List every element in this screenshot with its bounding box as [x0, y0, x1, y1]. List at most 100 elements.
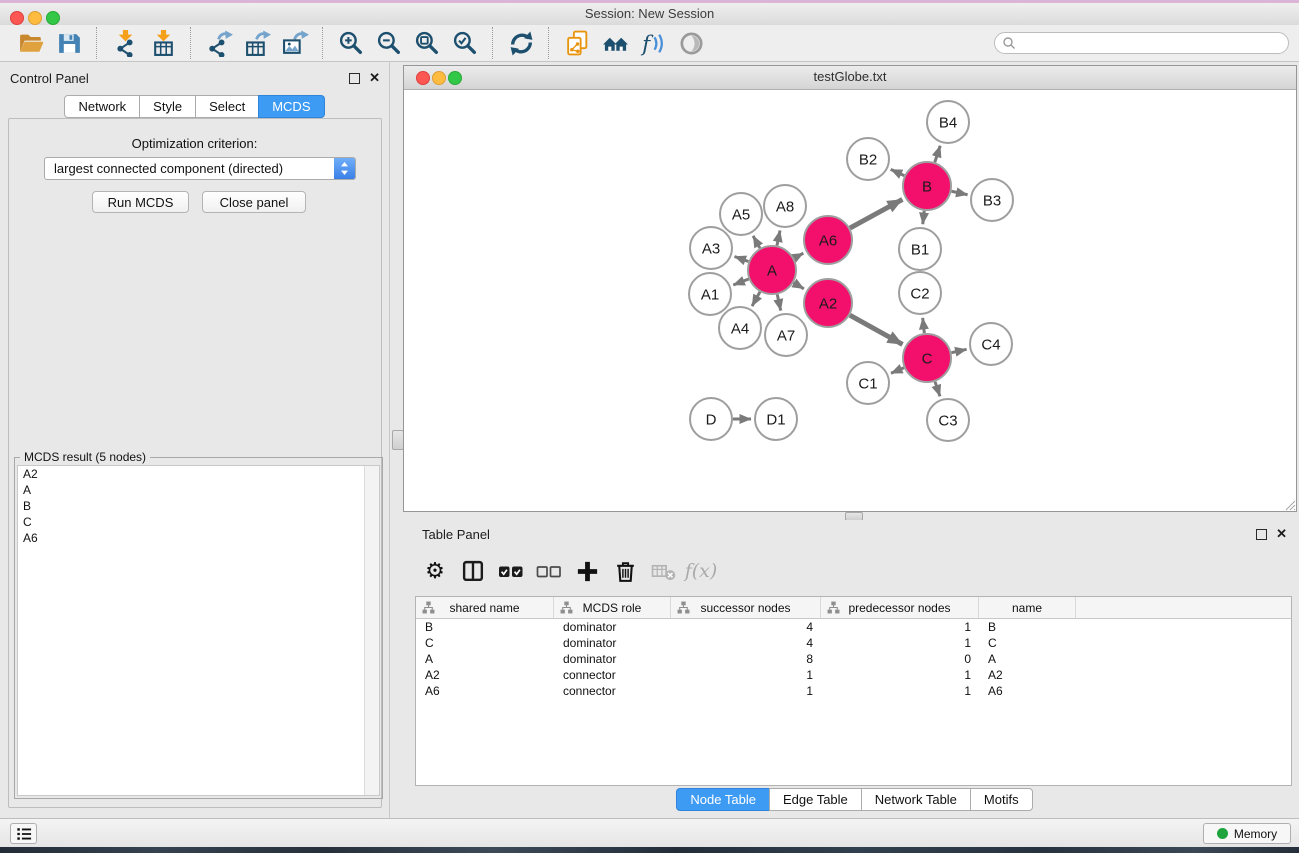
result-list-item[interactable]: B: [18, 498, 379, 514]
result-list-item[interactable]: A: [18, 482, 379, 498]
edge-B-B3[interactable]: [951, 191, 967, 194]
split-columns-icon[interactable]: [454, 554, 492, 588]
zoom-fit-icon[interactable]: [408, 27, 446, 59]
edge-B-B4[interactable]: [935, 146, 940, 162]
node-A6[interactable]: A6: [804, 216, 852, 264]
column-header-MCDS-role[interactable]: MCDS role: [554, 597, 671, 618]
node-A1[interactable]: A1: [689, 273, 731, 315]
resize-grip-icon[interactable]: [1284, 499, 1296, 511]
node-C1[interactable]: C1: [847, 362, 889, 404]
network-window-titlebar[interactable]: testGlobe.txt: [404, 66, 1296, 90]
tab-style[interactable]: Style: [139, 95, 196, 118]
node-B1[interactable]: B1: [899, 228, 941, 270]
node-C4[interactable]: C4: [970, 323, 1012, 365]
close-panel-button[interactable]: Close panel: [202, 191, 306, 213]
import-table-icon[interactable]: [144, 27, 182, 59]
edge-C-C1[interactable]: [891, 368, 904, 373]
zoom-selected-icon[interactable]: [446, 27, 484, 59]
run-mcds-button[interactable]: Run MCDS: [92, 191, 189, 213]
function-wave-icon[interactable]: f: [634, 27, 672, 59]
edge-B-B2[interactable]: [891, 169, 905, 175]
open-folder-icon[interactable]: [12, 27, 50, 59]
eye-icon[interactable]: [672, 27, 710, 59]
search-input[interactable]: [994, 32, 1289, 54]
edge-C-C4[interactable]: [951, 349, 966, 352]
settings-gear-icon[interactable]: ⚙: [416, 554, 454, 588]
uncheck-all-icon[interactable]: [530, 554, 568, 588]
export-network-icon[interactable]: [200, 27, 238, 59]
node-A3[interactable]: A3: [690, 227, 732, 269]
export-image-icon[interactable]: [276, 27, 314, 59]
node-D1[interactable]: D1: [755, 398, 797, 440]
mcds-result-list[interactable]: A2ABCA6: [17, 465, 380, 796]
edge-C-C3[interactable]: [935, 382, 940, 397]
tab-network-table[interactable]: Network Table: [861, 788, 971, 811]
column-header-shared-name[interactable]: shared name: [416, 597, 554, 618]
edge-A-A5[interactable]: [753, 236, 760, 248]
node-B3[interactable]: B3: [971, 179, 1013, 221]
zoom-in-icon[interactable]: [332, 27, 370, 59]
edge-A-A3[interactable]: [735, 256, 749, 261]
table-row[interactable]: A6connector11A6: [416, 683, 1291, 699]
edge-A-A8[interactable]: [777, 230, 780, 245]
function-builder-icon[interactable]: f(x): [682, 554, 720, 588]
node-D[interactable]: D: [690, 398, 732, 440]
edge-A-A4[interactable]: [752, 292, 760, 306]
node-B2[interactable]: B2: [847, 138, 889, 180]
tab-edge-table[interactable]: Edge Table: [769, 788, 862, 811]
import-network-icon[interactable]: [106, 27, 144, 59]
table-row[interactable]: A2connector11A2: [416, 667, 1291, 683]
node-A4[interactable]: A4: [719, 307, 761, 349]
network-canvas[interactable]: A A1 A2 A3 A4 A5 A6 A7 A8 B B1 B2 B3B4 C C1 C2 C3C4 D D1: [404, 90, 1296, 511]
node-A5[interactable]: A5: [720, 193, 762, 235]
column-header-name[interactable]: name: [979, 597, 1076, 618]
float-panel-icon[interactable]: [349, 73, 360, 84]
table-row[interactable]: Bdominator41B: [416, 619, 1291, 635]
tab-motifs[interactable]: Motifs: [970, 788, 1033, 811]
close-panel-icon[interactable]: ✕: [369, 72, 380, 84]
edge-A-A2[interactable]: [794, 283, 804, 289]
node-A8[interactable]: A8: [764, 185, 806, 227]
edge-A-A1[interactable]: [733, 279, 748, 285]
node-C2[interactable]: C2: [899, 272, 941, 314]
edge-A-A7[interactable]: [777, 294, 780, 310]
tab-node-table[interactable]: Node Table: [676, 788, 770, 811]
save-icon[interactable]: [50, 27, 88, 59]
tab-network[interactable]: Network: [64, 95, 140, 118]
export-table-icon[interactable]: [238, 27, 276, 59]
table-close-icon[interactable]: ✕: [1276, 528, 1287, 540]
node-A[interactable]: A: [748, 246, 796, 294]
result-scrollbar[interactable]: [364, 466, 379, 795]
node-C[interactable]: C: [903, 334, 951, 382]
houses-icon[interactable]: [596, 27, 634, 59]
node-A2[interactable]: A2: [804, 279, 852, 327]
criterion-dropdown[interactable]: largest connected component (directed): [44, 157, 356, 180]
edge-A6-B[interactable]: [850, 199, 902, 228]
column-header-predecessor-nodes[interactable]: predecessor nodes: [821, 597, 979, 618]
node-B4[interactable]: B4: [927, 101, 969, 143]
zoom-out-icon[interactable]: [370, 27, 408, 59]
check-all-icon[interactable]: [492, 554, 530, 588]
edge-B-B1[interactable]: [923, 211, 924, 224]
table-row[interactable]: Adominator80A: [416, 651, 1291, 667]
network-graph[interactable]: A A1 A2 A3 A4 A5 A6 A7 A8 B B1 B2 B3B4 C C1 C2 C3C4 D D1: [404, 90, 1296, 511]
node-C3[interactable]: C3: [927, 399, 969, 441]
table-row[interactable]: Cdominator41C: [416, 635, 1291, 651]
result-list-item[interactable]: A2: [18, 466, 379, 482]
edge-A-A6[interactable]: [794, 253, 803, 258]
task-history-button[interactable]: [10, 823, 37, 844]
memory-button[interactable]: Memory: [1203, 823, 1291, 844]
refresh-icon[interactable]: [502, 27, 540, 59]
column-header-successor-nodes[interactable]: successor nodes: [671, 597, 821, 618]
ndex-documents-icon[interactable]: [558, 27, 596, 59]
delete-column-icon[interactable]: [606, 554, 644, 588]
delete-table-icon[interactable]: [644, 554, 682, 588]
node-B[interactable]: B: [903, 162, 951, 210]
node-A7[interactable]: A7: [765, 314, 807, 356]
result-list-item[interactable]: A6: [18, 530, 379, 546]
table-float-icon[interactable]: [1256, 529, 1267, 540]
edge-A2-C[interactable]: [850, 315, 903, 344]
tab-select[interactable]: Select: [195, 95, 259, 118]
result-list-item[interactable]: C: [18, 514, 379, 530]
add-column-icon[interactable]: [568, 554, 606, 588]
